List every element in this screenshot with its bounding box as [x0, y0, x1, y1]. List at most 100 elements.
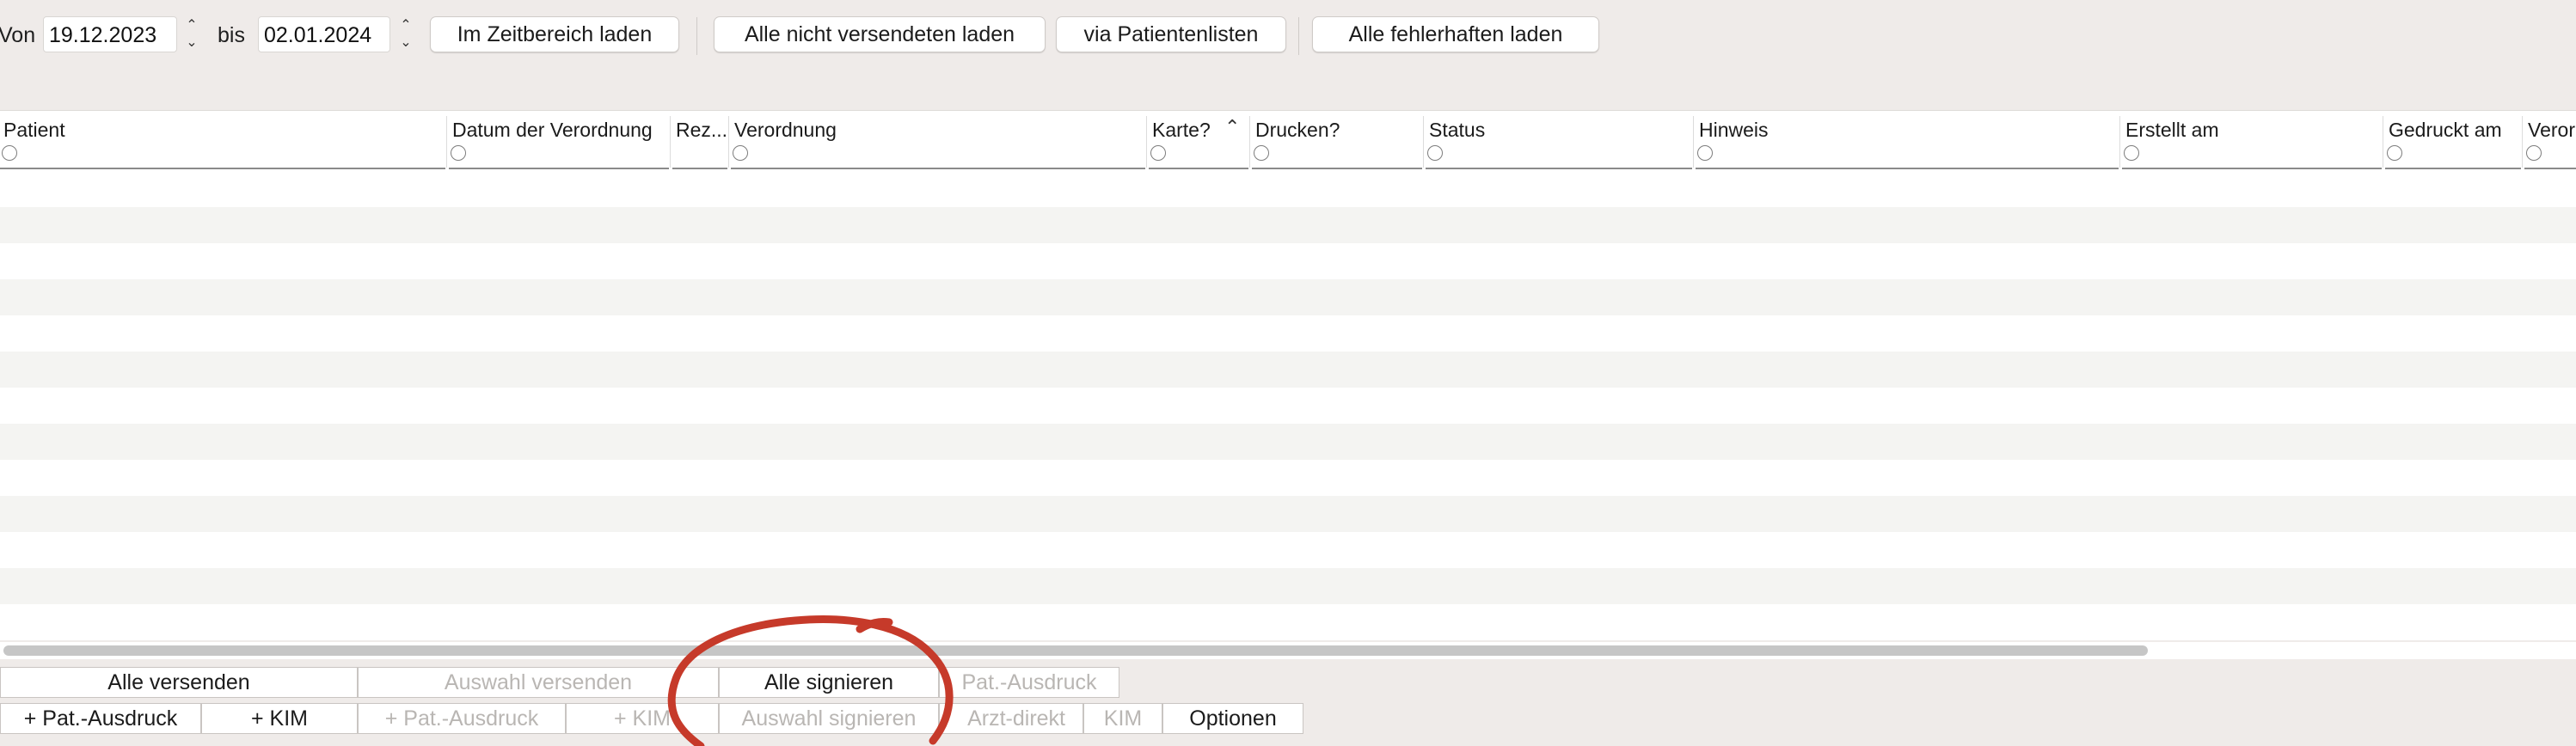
column-header-print[interactable]: Drucken?	[1252, 111, 1422, 171]
table-row[interactable]	[0, 604, 2576, 640]
horizontal-scrollbar[interactable]	[0, 642, 2576, 659]
filter-radio-icon[interactable]	[1697, 145, 1713, 161]
column-divider[interactable]	[1146, 116, 1147, 168]
patient-lists-button[interactable]: via Patientenlisten	[1056, 16, 1286, 52]
column-title: Datum der Verordnung	[452, 119, 653, 141]
filter-radio-icon[interactable]	[2526, 145, 2542, 161]
column-divider[interactable]	[446, 116, 447, 168]
kim-button[interactable]: KIM	[1083, 703, 1162, 734]
send-all-button[interactable]: Alle versenden	[0, 667, 358, 698]
column-title: Patient	[3, 119, 65, 141]
column-title: Verordnung	[734, 119, 837, 141]
column-header-created[interactable]: Erstellt am	[2122, 111, 2382, 171]
filter-radio-icon[interactable]	[2387, 145, 2402, 161]
column-header-prescriber[interactable]: Veror	[2524, 111, 2576, 171]
table-row[interactable]	[0, 352, 2576, 388]
pat-print-button[interactable]: Pat.-Ausdruck	[939, 667, 1119, 698]
load-faulty-button[interactable]: Alle fehlerhaften laden	[1312, 16, 1599, 52]
table-row[interactable]	[0, 568, 2576, 604]
table-row[interactable]	[0, 171, 2576, 207]
table-row[interactable]	[0, 460, 2576, 496]
table-row[interactable]	[0, 496, 2576, 532]
table-row[interactable]	[0, 315, 2576, 352]
column-title: Gedruckt am	[2389, 119, 2502, 141]
filter-radio-icon[interactable]	[733, 145, 748, 161]
filter-underline	[449, 168, 669, 169]
column-title: Rez...	[676, 119, 728, 141]
filter-radio-icon[interactable]	[1150, 145, 1166, 161]
column-divider[interactable]	[2119, 116, 2120, 168]
table-row[interactable]	[0, 424, 2576, 460]
filter-underline	[1696, 168, 2119, 169]
filter-radio-icon[interactable]	[1254, 145, 1269, 161]
table-row[interactable]	[0, 532, 2576, 568]
table-body	[0, 171, 2576, 640]
toolbar: Von 19.12.2023 ⌃ ⌄ bis 02.01.2024 ⌃ ⌄ Im…	[0, 0, 2576, 110]
table-row[interactable]	[0, 388, 2576, 424]
to-date-stepper[interactable]: ⌃ ⌄	[396, 16, 416, 54]
column-divider[interactable]	[728, 116, 729, 168]
column-divider[interactable]	[1423, 116, 1424, 168]
options-button[interactable]: Optionen	[1162, 703, 1303, 734]
sign-selection-button[interactable]: Auswahl signieren	[719, 703, 939, 734]
column-header-patient[interactable]: Patient	[0, 111, 445, 171]
to-label: bis	[218, 23, 245, 47]
column-header-printed[interactable]: Gedruckt am	[2385, 111, 2521, 171]
filter-underline	[672, 168, 727, 169]
from-label: Von	[0, 23, 36, 47]
doctor-direct-button[interactable]: Arzt-direkt	[939, 703, 1083, 734]
filter-radio-icon[interactable]	[1427, 145, 1443, 161]
chevron-up-icon[interactable]: ⌃	[181, 16, 202, 35]
prescription-table: Patient Datum der Verordnung Rez... Vero…	[0, 110, 2576, 659]
filter-underline	[2385, 168, 2521, 169]
load-unsent-button[interactable]: Alle nicht versendeten laden	[714, 16, 1046, 52]
column-header-prescription[interactable]: Verordnung	[731, 111, 1145, 171]
chevron-up-icon[interactable]: ⌃	[396, 16, 416, 35]
to-date-field[interactable]: 02.01.2024	[258, 16, 390, 52]
column-divider[interactable]	[1693, 116, 1694, 168]
column-title: Veror	[2528, 119, 2575, 141]
load-range-button[interactable]: Im Zeitbereich laden	[430, 16, 679, 52]
chevron-down-icon[interactable]: ⌄	[181, 34, 202, 52]
toolbar-divider	[696, 17, 697, 55]
add-kim-button[interactable]: + KIM	[201, 703, 358, 734]
toolbar-divider	[1298, 17, 1299, 55]
filter-radio-icon[interactable]	[2, 145, 17, 161]
scrollbar-thumb[interactable]	[3, 645, 2148, 656]
chevron-down-icon[interactable]: ⌄	[396, 34, 416, 52]
add-kim-selection-button[interactable]: + KIM	[566, 703, 719, 734]
table-row[interactable]	[0, 243, 2576, 279]
sign-all-button[interactable]: Alle signieren	[719, 667, 939, 698]
filter-underline	[2524, 168, 2576, 169]
send-selection-button[interactable]: Auswahl versenden	[358, 667, 719, 698]
column-title: Hinweis	[1699, 119, 1769, 141]
table-row[interactable]	[0, 207, 2576, 243]
column-header-card[interactable]: Karte? ⌃	[1149, 111, 1248, 171]
from-date-stepper[interactable]: ⌃ ⌄	[181, 16, 202, 54]
filter-underline	[731, 168, 1145, 169]
filter-radio-icon[interactable]	[451, 145, 466, 161]
column-header-prescription-date[interactable]: Datum der Verordnung	[449, 111, 669, 171]
action-bar: Alle versenden Auswahl versenden Alle si…	[0, 665, 2576, 746]
column-divider[interactable]	[1249, 116, 1250, 168]
column-divider[interactable]	[670, 116, 671, 168]
filter-underline	[1426, 168, 1692, 169]
add-pat-print-button[interactable]: + Pat.-Ausdruck	[0, 703, 201, 734]
filter-underline	[2122, 168, 2382, 169]
add-pat-print-selection-button[interactable]: + Pat.-Ausdruck	[358, 703, 566, 734]
column-header-status[interactable]: Status	[1426, 111, 1692, 171]
sort-ascending-icon: ⌃	[1224, 116, 1241, 138]
column-divider[interactable]	[2522, 116, 2523, 168]
column-title: Status	[1429, 119, 1486, 141]
column-title: Erstellt am	[2125, 119, 2219, 141]
column-header-note[interactable]: Hinweis	[1696, 111, 2119, 171]
column-title: Karte?	[1152, 119, 1211, 141]
filter-underline	[1252, 168, 1422, 169]
filter-underline	[1149, 168, 1248, 169]
filter-radio-icon[interactable]	[2124, 145, 2139, 161]
from-date-field[interactable]: 19.12.2023	[43, 16, 177, 52]
filter-underline	[0, 168, 445, 169]
column-title: Drucken?	[1255, 119, 1340, 141]
column-header-rez[interactable]: Rez...	[672, 111, 727, 171]
table-row[interactable]	[0, 279, 2576, 315]
